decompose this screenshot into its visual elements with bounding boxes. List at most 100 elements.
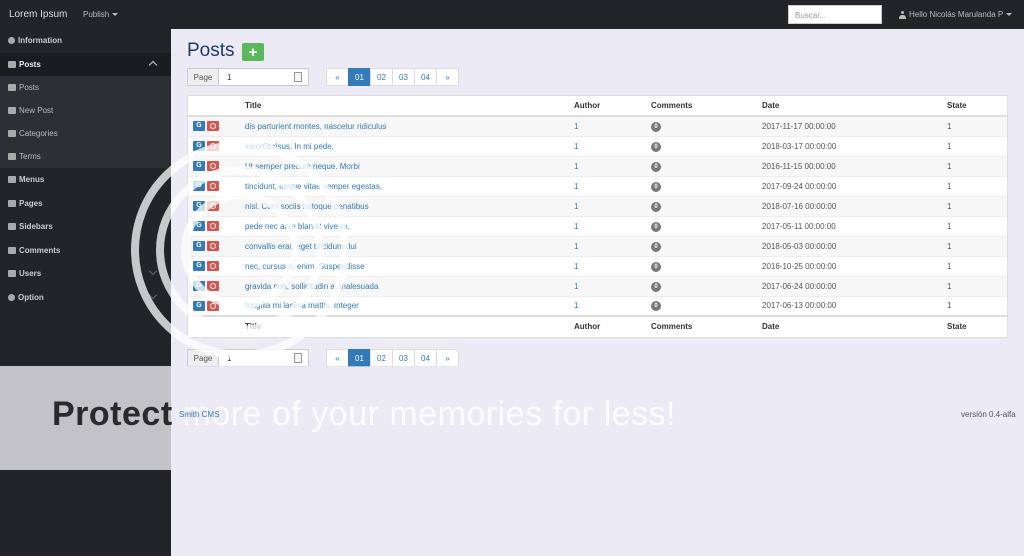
post-title-link[interactable]: nec, cursus a, enim. Suspendisse: [245, 262, 365, 271]
author-link[interactable]: 1: [574, 301, 578, 310]
post-title-link[interactable]: tincidunt, neque vitae semper egestas,: [245, 182, 382, 191]
comments-badge: 0: [651, 181, 661, 192]
spinner-icon[interactable]: [294, 72, 302, 82]
column-header[interactable]: State: [947, 96, 1007, 117]
watermark-text-dark: Protect: [52, 395, 173, 433]
delete-button[interactable]: [207, 300, 219, 311]
post-title-link[interactable]: gravida non, sollicitudin a, malesuada: [245, 282, 378, 291]
comments-cell: 0: [651, 155, 762, 176]
edit-button[interactable]: G: [193, 221, 205, 231]
sidebar-subitem-new-post[interactable]: New Post: [0, 99, 171, 122]
brand-link[interactable]: Lorem Ipsum: [9, 9, 75, 20]
author-link[interactable]: 1: [574, 142, 578, 151]
columns-icon: [8, 223, 16, 231]
author-link[interactable]: 1: [574, 222, 578, 231]
comment-icon: [8, 246, 16, 254]
delete-button[interactable]: [207, 201, 219, 211]
pagination-page[interactable]: 02: [370, 68, 393, 86]
sidebar-item-label: Pages: [19, 198, 43, 208]
edit-button[interactable]: G: [193, 281, 205, 291]
author-link[interactable]: 1: [574, 242, 578, 251]
table-row: Gnec, cursus a, enim. Suspendisse 1 0 2016-…: [188, 255, 1007, 276]
post-title-link[interactable]: lobortis risus. In mi pede,: [245, 142, 334, 151]
post-title-link[interactable]: convallis erat, eget tincidunt dui: [245, 242, 357, 251]
pagination-page[interactable]: 03: [392, 349, 415, 367]
pagination-prev[interactable]: «: [326, 349, 349, 367]
add-post-button[interactable]: +: [242, 43, 264, 61]
pagination-page[interactable]: 04: [414, 349, 437, 367]
sidebar-item-posts[interactable]: Posts: [0, 52, 171, 76]
pagination-page[interactable]: 01: [348, 68, 371, 86]
post-title-cell: gravida non, sollicitudin a, malesuada: [245, 275, 574, 296]
edit-button[interactable]: G: [193, 241, 205, 251]
post-title-link[interactable]: dis parturient montes, nascetur ridiculu…: [245, 122, 386, 131]
pagination-page[interactable]: 01: [348, 349, 371, 367]
delete-button[interactable]: [207, 141, 219, 151]
edit-button[interactable]: G: [193, 181, 205, 191]
delete-button[interactable]: [207, 181, 219, 191]
delete-button[interactable]: [207, 221, 219, 231]
delete-button[interactable]: [207, 281, 219, 291]
comments-cell: 0: [651, 275, 762, 296]
sidebar-item-information[interactable]: Information: [0, 29, 171, 53]
sidebar-item-menus[interactable]: Menus: [0, 168, 171, 192]
delete-button[interactable]: [207, 121, 219, 132]
column-header[interactable]: Author: [574, 96, 651, 117]
pagination-prev[interactable]: «: [326, 68, 349, 86]
column-footer: Author: [574, 315, 651, 336]
date-cell: 2016-11-15 00:00:00: [762, 155, 947, 176]
column-header[interactable]: Comments: [651, 96, 762, 117]
edit-button[interactable]: G: [193, 201, 205, 211]
sidebar-item-pages[interactable]: Pages: [0, 192, 171, 216]
delete-button[interactable]: [207, 241, 219, 251]
column-footer: Title: [245, 315, 574, 336]
pagination-page[interactable]: 04: [414, 68, 437, 86]
user-menu[interactable]: Hello Nicolás Marulanda P: [899, 10, 1013, 19]
state-cell: 1: [947, 175, 1007, 196]
search-input[interactable]: Buscar...: [788, 5, 882, 24]
column-header[interactable]: Date: [762, 96, 947, 117]
sidebar-item-sidebars[interactable]: Sidebars: [0, 215, 171, 239]
edit-button[interactable]: G: [193, 141, 205, 151]
pagination-next[interactable]: »: [436, 349, 459, 367]
delete-button[interactable]: [207, 261, 219, 271]
edit-button[interactable]: G: [193, 261, 205, 271]
page-number-input[interactable]: 1: [219, 68, 309, 86]
author-link[interactable]: 1: [574, 122, 578, 131]
author-link[interactable]: 1: [574, 262, 578, 271]
pagination-page[interactable]: 03: [392, 68, 415, 86]
post-title-link[interactable]: fringilla mi lacinia mattis. Integer: [245, 301, 359, 310]
pagination-page[interactable]: 02: [370, 349, 393, 367]
sidebar-subitem-posts[interactable]: Posts: [0, 76, 171, 99]
comments-cell: 0: [651, 175, 762, 196]
edit-button[interactable]: G: [193, 300, 205, 311]
sidebar-item-option[interactable]: Option: [0, 286, 171, 310]
post-title-link[interactable]: Ut semper pretium neque. Morbi: [245, 162, 360, 171]
column-header[interactable]: Title: [245, 96, 574, 117]
author-link[interactable]: 1: [574, 202, 578, 211]
state-cell: 1: [947, 255, 1007, 276]
page-number-input[interactable]: 1: [219, 349, 309, 367]
sidebar-item-comments[interactable]: Comments: [0, 239, 171, 263]
author-cell: 1: [574, 115, 651, 136]
author-cell: 1: [574, 255, 651, 276]
sidebar-subitem-categories[interactable]: Categories: [0, 122, 171, 145]
author-link[interactable]: 1: [574, 162, 578, 171]
author-link[interactable]: 1: [574, 282, 578, 291]
post-title-link[interactable]: pede nec ante blandit viverra.: [245, 222, 350, 231]
comments-cell: 0: [651, 115, 762, 136]
table-row: Ggravida non, sollicitudin a, malesuada 1…: [188, 275, 1007, 296]
sidebar-subitem-terms[interactable]: Terms: [0, 145, 171, 168]
post-title-link[interactable]: nisl. Cum sociis natoque penatibus: [245, 202, 369, 211]
footer-cms-link[interactable]: Smith CMS: [179, 410, 219, 419]
sidebar-item-users[interactable]: Users: [0, 262, 171, 286]
publish-dropdown[interactable]: Publish: [83, 10, 119, 19]
edit-button[interactable]: G: [193, 121, 205, 132]
comments-cell: 0: [651, 235, 762, 256]
spinner-icon[interactable]: [294, 353, 302, 363]
delete-button[interactable]: [207, 161, 219, 171]
edit-button[interactable]: G: [193, 161, 205, 171]
author-link[interactable]: 1: [574, 182, 578, 191]
footer-version: versión 0.4-alfa: [961, 410, 1016, 419]
pagination-next[interactable]: »: [436, 68, 459, 86]
